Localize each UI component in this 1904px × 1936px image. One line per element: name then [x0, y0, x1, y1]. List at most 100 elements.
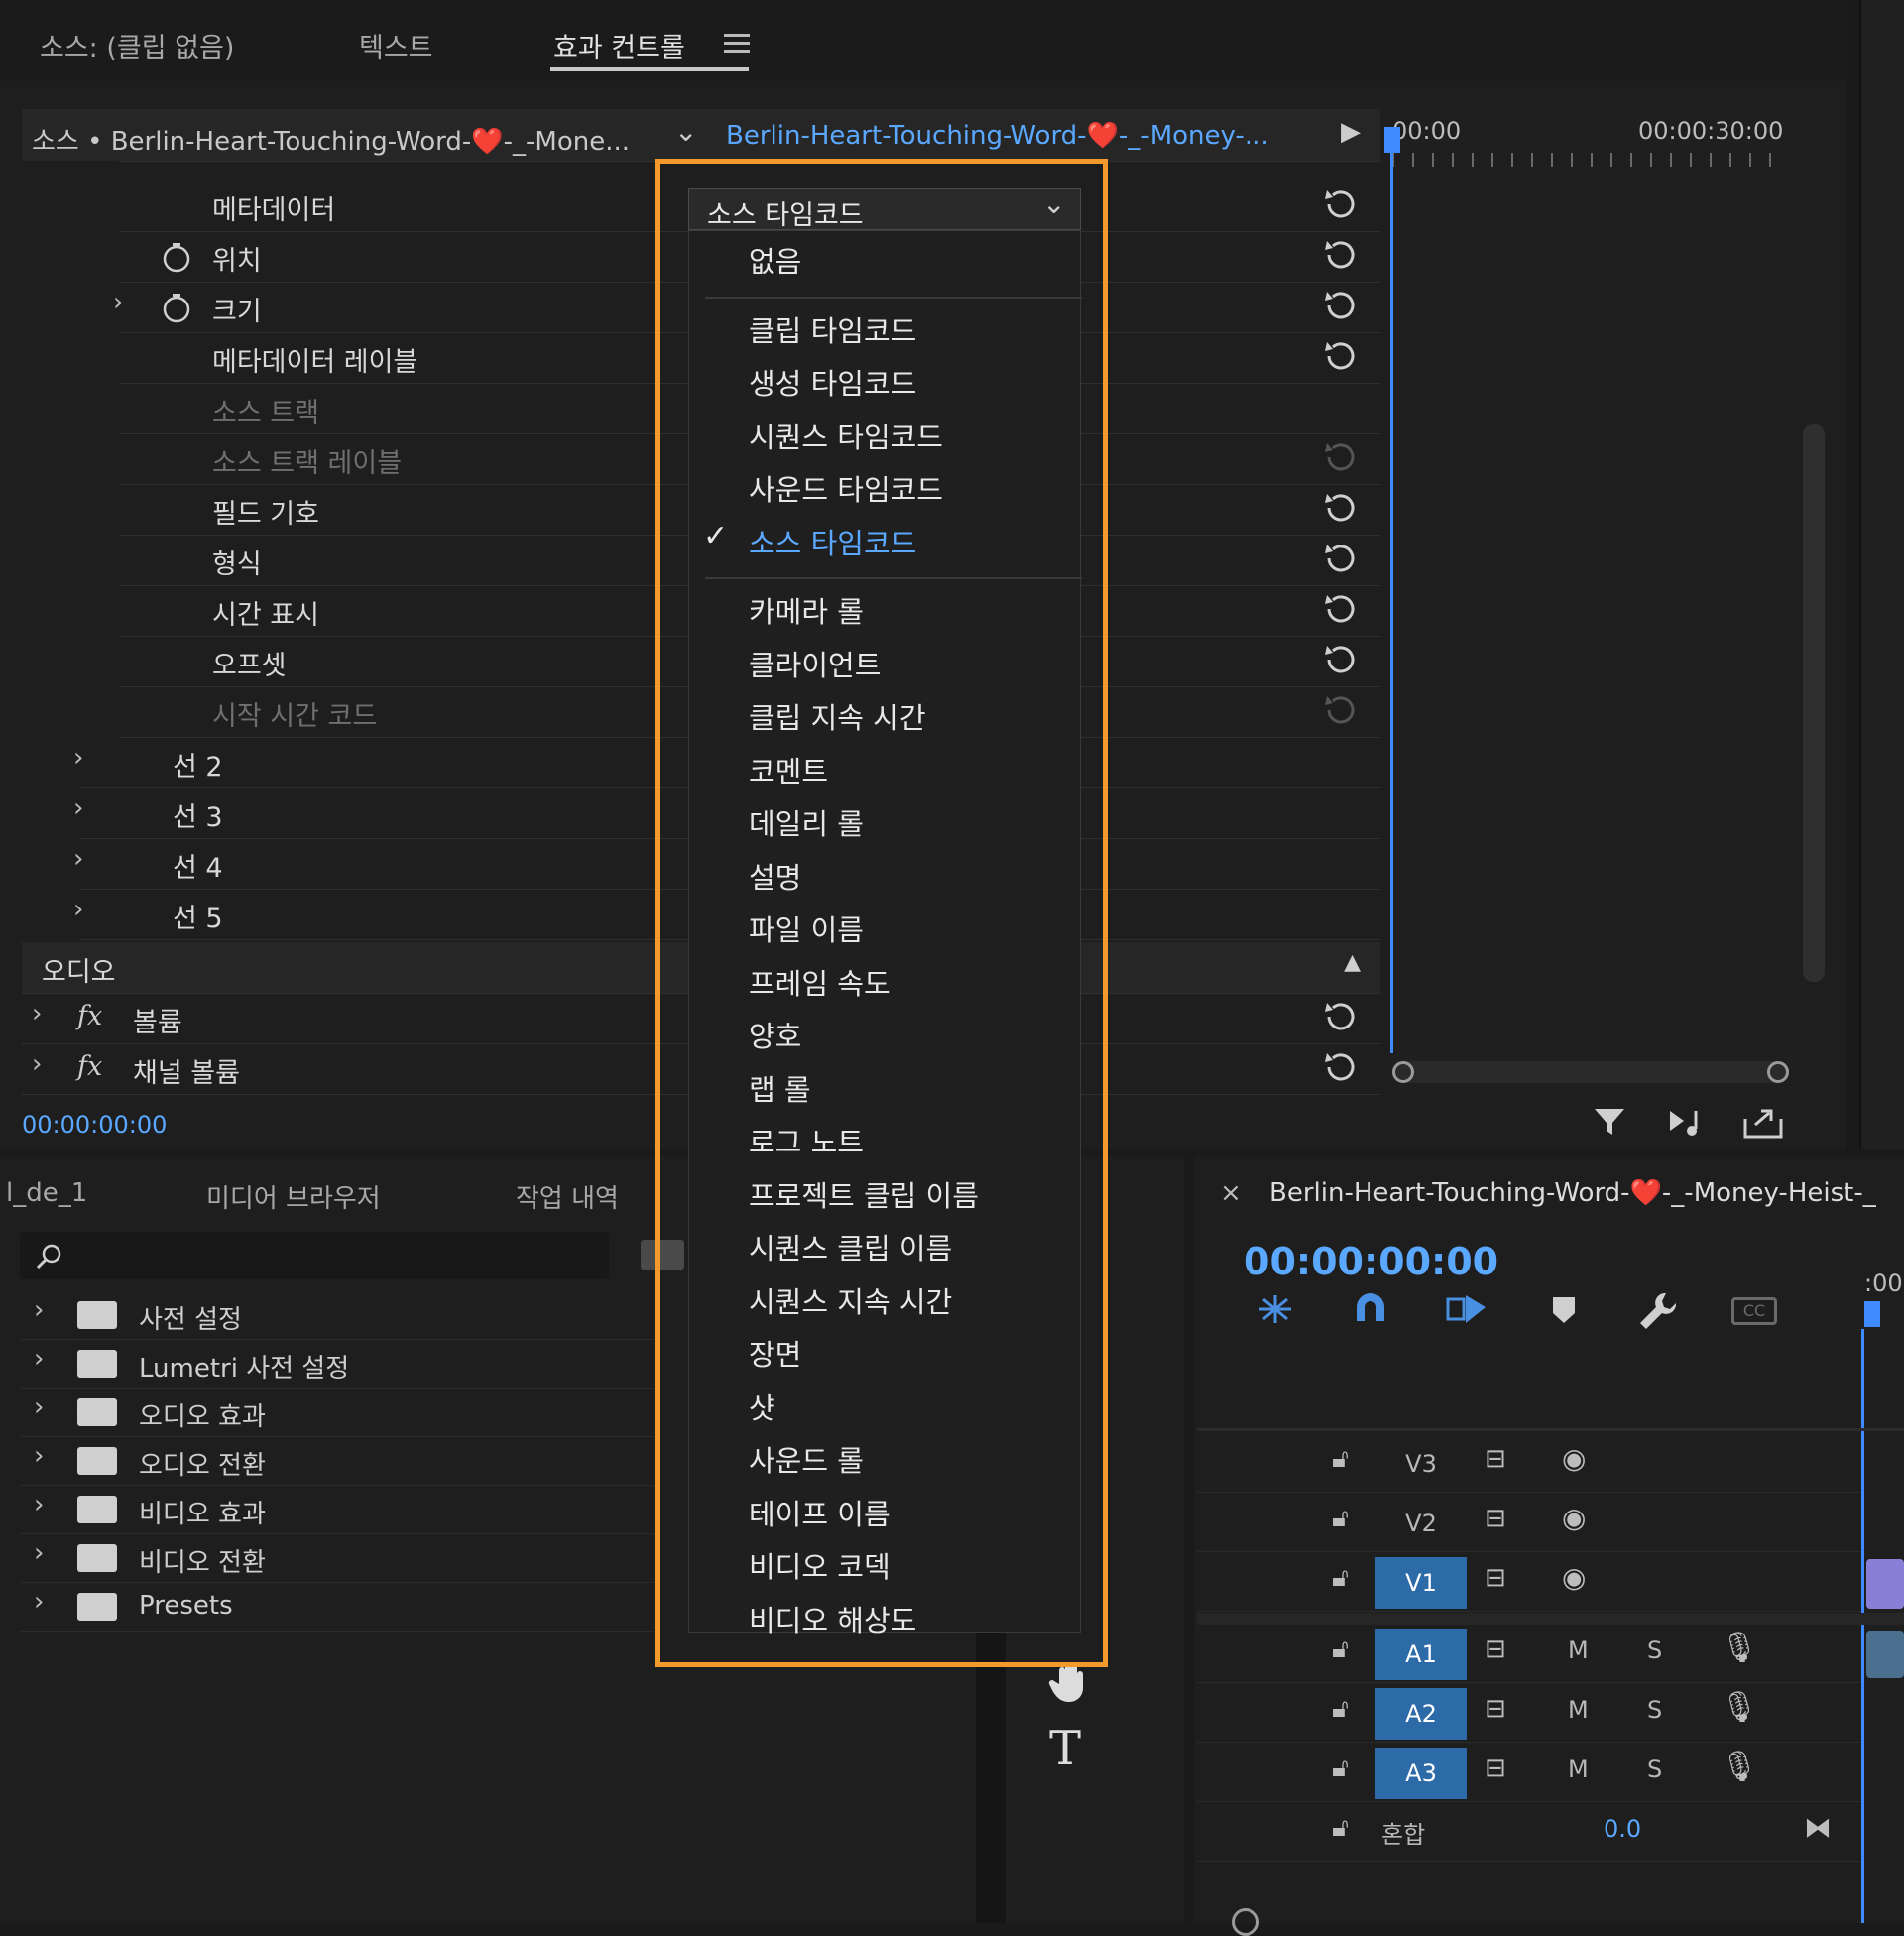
menu-item-frame-rate[interactable]: 프레임 속도	[749, 961, 891, 1003]
play-audio-icon[interactable]	[1666, 1105, 1710, 1141]
mute-button[interactable]: M	[1568, 1636, 1589, 1664]
timeline-playhead[interactable]	[1864, 1301, 1880, 1327]
video-clip[interactable]	[1866, 1559, 1904, 1609]
track-v1[interactable]: 🔓︎ V1 ⊟ ◉	[1197, 1553, 1861, 1612]
menu-item-sequence-clip-name[interactable]: 시퀀스 클립 이름	[749, 1226, 952, 1268]
lock-icon[interactable]: 🔓︎	[1332, 1813, 1349, 1844]
tab-media-browser[interactable]: 미디어 브라우저	[206, 1178, 381, 1215]
menu-item-lab-roll[interactable]: 랩 롤	[749, 1067, 811, 1109]
menu-item-sequence-timecode[interactable]: 시퀀스 타임코드	[749, 415, 943, 456]
track-v2[interactable]: 🔓︎ V2 ⊟ ◉	[1197, 1494, 1861, 1552]
audio-clip[interactable]	[1866, 1631, 1904, 1678]
chevron-right-icon[interactable]: ›	[113, 288, 123, 317]
chevron-right-icon[interactable]: ›	[32, 1049, 42, 1079]
sync-lock-icon[interactable]: ⊟	[1485, 1694, 1506, 1724]
menu-item-sound-timecode[interactable]: 사운드 타임코드	[749, 467, 943, 509]
lock-icon[interactable]: 🔓︎	[1332, 1694, 1349, 1725]
go-to-edit-icon[interactable]: ⧓	[1804, 1811, 1832, 1844]
sync-lock-icon[interactable]: ⊟	[1485, 1634, 1506, 1664]
mute-button[interactable]: M	[1568, 1696, 1589, 1724]
lock-icon[interactable]: 🔓︎	[1332, 1444, 1349, 1475]
chevron-down-icon[interactable]: ⌄	[674, 115, 697, 148]
menu-item-tape-name[interactable]: 테이프 이름	[749, 1492, 891, 1533]
menu-item-none[interactable]: 없음	[749, 239, 801, 281]
mix-value[interactable]: 0.0	[1604, 1815, 1641, 1843]
menu-item-good[interactable]: 양호	[749, 1014, 801, 1055]
lock-icon[interactable]: 🔓︎	[1332, 1634, 1349, 1665]
lock-icon[interactable]: 🔓︎	[1332, 1504, 1349, 1534]
chevron-right-icon[interactable]: ›	[34, 1587, 44, 1617]
chevron-right-icon[interactable]: ›	[73, 793, 83, 823]
menu-item-comment[interactable]: 코멘트	[749, 749, 828, 790]
timeline-timecode[interactable]: 00:00:00:00	[1244, 1240, 1498, 1283]
play-triangle-icon[interactable]: ▶	[1341, 117, 1361, 147]
track-label-a1[interactable]: A1	[1375, 1629, 1467, 1680]
effect-controls-timecode[interactable]: 00:00:00:00	[22, 1111, 167, 1139]
menu-item-video-codec[interactable]: 비디오 코덱	[749, 1544, 891, 1586]
menu-item-dailies-roll[interactable]: 데일리 롤	[749, 801, 864, 843]
track-label-a2[interactable]: A2	[1375, 1688, 1467, 1740]
track-a2[interactable]: 🔓︎ A2 ⊟ M S 🎙︎	[1197, 1684, 1861, 1743]
chevron-right-icon[interactable]: ›	[34, 1344, 44, 1374]
tab-partial[interactable]: l_de_1	[6, 1178, 87, 1208]
menu-item-project-clip-name[interactable]: 프로젝트 클립 이름	[749, 1173, 979, 1215]
track-label-v1[interactable]: V1	[1375, 1557, 1467, 1609]
solo-button[interactable]: S	[1647, 1755, 1662, 1783]
chevron-right-icon[interactable]: ›	[34, 1441, 44, 1471]
mute-button[interactable]: M	[1568, 1755, 1589, 1783]
vertical-scrollbar[interactable]	[1803, 424, 1825, 982]
search-input[interactable]	[20, 1232, 609, 1279]
eye-icon[interactable]: ◉	[1562, 1561, 1586, 1594]
tab-effect-controls[interactable]: 효과 컨트롤	[553, 26, 685, 64]
menu-item-log-note[interactable]: 로그 노트	[749, 1120, 864, 1161]
collapse-triangle-icon[interactable]: ▲	[1344, 950, 1361, 975]
tab-source[interactable]: 소스: (클립 없음)	[40, 26, 234, 64]
timeline-zoom-handle[interactable]	[1232, 1908, 1259, 1936]
track-a3[interactable]: 🔓︎ A3 ⊟ M S 🎙︎	[1197, 1744, 1861, 1802]
reset-icon[interactable]	[1321, 288, 1361, 323]
add-marker-icon[interactable]	[1551, 1295, 1577, 1325]
wrench-icon[interactable]	[1636, 1289, 1680, 1329]
nest-sequence-icon[interactable]	[1253, 1291, 1297, 1327]
reset-icon[interactable]	[1321, 186, 1361, 222]
reset-icon[interactable]	[1321, 642, 1361, 677]
eye-icon[interactable]: ◉	[1562, 1442, 1586, 1475]
zoom-handle-left[interactable]	[1392, 1061, 1414, 1083]
chevron-right-icon[interactable]: ›	[34, 1490, 44, 1519]
chevron-right-icon[interactable]: ›	[34, 1538, 44, 1568]
zoom-handle-right[interactable]	[1767, 1061, 1789, 1083]
snap-magnet-icon[interactable]	[1351, 1291, 1390, 1327]
lock-icon[interactable]: 🔓︎	[1332, 1563, 1349, 1594]
menu-item-scene[interactable]: 장면	[749, 1332, 801, 1374]
menu-item-shot[interactable]: 샷	[749, 1386, 775, 1427]
folder-row-video-effects[interactable]: › 비디오 효과	[20, 1486, 654, 1534]
reset-icon[interactable]	[1321, 541, 1361, 576]
chevron-right-icon[interactable]: ›	[73, 844, 83, 874]
menu-item-generated-timecode[interactable]: 생성 타임코드	[749, 361, 916, 403]
folder-row-presets[interactable]: › 사전 설정	[20, 1291, 654, 1340]
folder-row-presets-custom[interactable]: › Presets	[20, 1583, 654, 1632]
track-mix[interactable]: 🔓︎ 혼합 0.0 ⧓	[1197, 1803, 1861, 1862]
chevron-right-icon[interactable]: ›	[73, 743, 83, 773]
tab-history[interactable]: 작업 내역	[516, 1178, 619, 1215]
track-label-a3[interactable]: A3	[1375, 1748, 1467, 1799]
folder-row-video-transitions[interactable]: › 비디오 전환	[20, 1534, 654, 1583]
linked-selection-icon[interactable]	[1444, 1291, 1489, 1327]
reset-icon[interactable]	[1321, 591, 1361, 627]
reset-icon[interactable]	[1321, 999, 1361, 1034]
sync-lock-icon[interactable]: ⊟	[1485, 1563, 1506, 1593]
solo-button[interactable]: S	[1647, 1636, 1662, 1664]
menu-item-video-resolution[interactable]: 비디오 해상도	[749, 1598, 916, 1639]
reset-icon[interactable]	[1321, 490, 1361, 526]
mini-zoom-bar[interactable]	[1392, 1061, 1789, 1083]
captions-icon[interactable]: CC	[1731, 1297, 1777, 1325]
chevron-right-icon[interactable]: ›	[73, 895, 83, 924]
chevron-right-icon[interactable]: ›	[32, 999, 42, 1028]
solo-button[interactable]: S	[1647, 1696, 1662, 1724]
stopwatch-icon[interactable]	[161, 241, 192, 273]
microphone-icon[interactable]: 🎙︎	[1721, 1690, 1758, 1725]
menu-item-sound-roll[interactable]: 사운드 롤	[749, 1438, 864, 1480]
type-tool-icon[interactable]: T	[1049, 1721, 1081, 1776]
menu-item-source-timecode[interactable]: 소스 타임코드	[749, 521, 916, 562]
tab-text[interactable]: 텍스트	[359, 26, 433, 64]
